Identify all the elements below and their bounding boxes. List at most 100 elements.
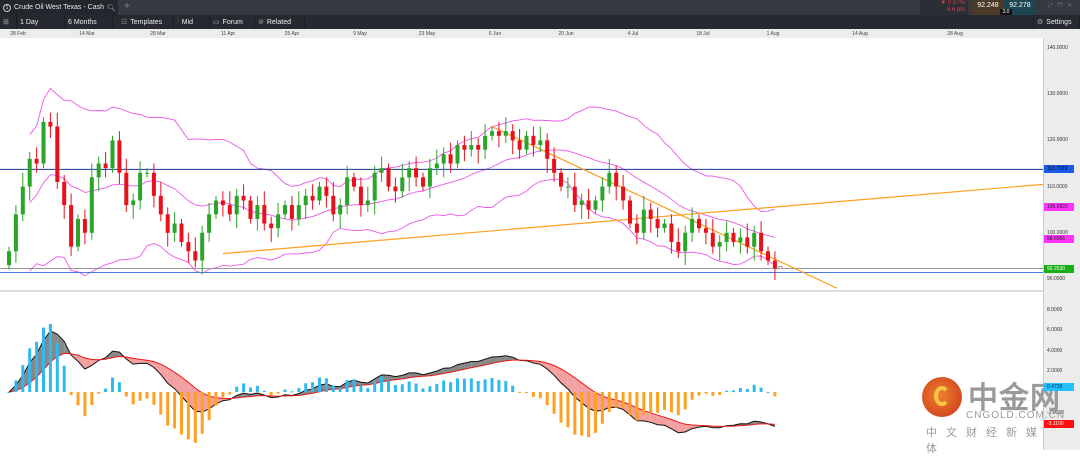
close-icon[interactable]: ✕ [1067, 3, 1077, 9]
date-tick: 1 Aug [766, 31, 780, 37]
macd-histogram-bar [359, 385, 363, 392]
date-axis: 28 Feb 14 Mar 28 Mar 11 Apr 25 Apr 9 May 23 Ma… [0, 29, 1080, 38]
macd-histogram-tag: 0.4729 [1044, 383, 1074, 392]
macd-histogram-bar [62, 365, 66, 392]
candle-body [234, 195, 239, 215]
macd-histogram-bar [104, 388, 108, 392]
macd-histogram-bar [21, 365, 25, 392]
related-button[interactable]: ⊘ Related [255, 15, 305, 29]
mid-label: Mid [181, 18, 194, 26]
date-tick: 11 Apr [220, 31, 236, 37]
macd-histogram-bar [138, 392, 142, 401]
candle-body [710, 232, 715, 247]
candle-body [545, 140, 550, 159]
candle-body [110, 140, 115, 169]
forum-label: Forum [222, 18, 243, 26]
macd-histogram-bar [207, 392, 211, 421]
macd-histogram-bar [269, 392, 273, 396]
forum-button[interactable]: ▭ Forum [210, 15, 255, 29]
candle-body [34, 158, 39, 164]
bollinger-price-tag: 105.6820 [1044, 202, 1074, 211]
candle-body [662, 223, 667, 229]
templates-button[interactable]: ☷ Templates [118, 15, 174, 29]
range-select[interactable]: 6 Months [65, 15, 113, 29]
candle-body [103, 163, 108, 169]
candle-body [676, 242, 681, 252]
candle-body [317, 186, 322, 201]
expand-icon[interactable]: ⤢ [1048, 3, 1058, 9]
search-icon[interactable]: 🔍︎ [107, 4, 116, 12]
candle-body [752, 232, 757, 247]
macd-histogram-bar [276, 392, 280, 394]
macd-histogram-bar [442, 380, 446, 392]
instrument-tab[interactable]: 1 Crude Oil West Texas - Cash 🔍︎ [0, 0, 118, 15]
macd-histogram-bar [214, 392, 218, 406]
candle-body [186, 242, 191, 252]
candle-body [255, 205, 260, 219]
date-tick: 14 Mar [79, 31, 95, 37]
macd-histogram-bar [131, 392, 135, 405]
candle-body [151, 172, 156, 196]
date-tick: 20 Jun [558, 31, 574, 37]
level-price-tag: 113.7379 [1044, 165, 1074, 174]
mid-button[interactable]: ⫶ Mid [174, 15, 210, 29]
date-tick: 28 Aug [947, 31, 963, 37]
candle-body [572, 186, 577, 206]
candle-body [7, 251, 11, 266]
macd-histogram-bar [635, 392, 639, 421]
macd-histogram-bar [407, 381, 411, 392]
macd-histogram-bar [656, 392, 660, 413]
macd-histogram-bar [421, 388, 425, 392]
candle-body [448, 154, 453, 164]
candle-body [138, 172, 143, 201]
candle-body [303, 195, 308, 206]
macd-histogram-bar [738, 388, 742, 392]
macd-histogram-bar [393, 385, 397, 392]
macd-value-tag: -3.1100 [1044, 420, 1074, 429]
grid-icon: ⊞ [3, 19, 9, 26]
layout-button[interactable]: ⊞ [0, 15, 17, 29]
candle-body [496, 131, 501, 136]
candle-body [455, 145, 460, 164]
popout-icon[interactable]: ❐ [1058, 3, 1068, 9]
interval-select[interactable]: 1 Day [17, 15, 65, 29]
macd-histogram-bar [559, 392, 563, 423]
candle-body [289, 205, 294, 219]
candle-body [538, 140, 543, 146]
macd-histogram-bar [55, 343, 59, 392]
candle-body [172, 223, 177, 233]
link-icon: ⊘ [258, 19, 264, 26]
candle-body [703, 228, 708, 233]
price-tick: 90.0000 [1047, 276, 1066, 282]
window-controls[interactable]: ⤢❐✕ [1048, 3, 1077, 10]
macd-histogram-bar [124, 392, 128, 397]
candle-body [62, 181, 67, 206]
candle-body [655, 218, 660, 229]
date-tick: 18 Jul [696, 31, 710, 37]
gear-icon: ⚙ [1037, 19, 1044, 26]
macd-histogram-bar [504, 380, 508, 392]
macd-histogram-bar [35, 341, 39, 392]
watermark: 中金网 CNGOLD.COM.CN 中文财经新媒体 [922, 377, 1064, 455]
macd-histogram-bar [249, 387, 252, 392]
macd-histogram-bar [552, 392, 556, 414]
trendline [491, 125, 838, 289]
add-tab-icon[interactable]: + [124, 1, 130, 12]
settings-button[interactable]: ⚙ Settings [1033, 15, 1080, 29]
candle-body [338, 205, 343, 215]
candle-body [55, 126, 60, 182]
chart-canvas[interactable] [0, 38, 1043, 450]
macd-histogram-bar [669, 392, 673, 413]
candle-body [193, 251, 198, 261]
candle-body [220, 200, 225, 206]
candle-body [262, 205, 267, 224]
candle-body [766, 251, 770, 261]
candle-body [683, 232, 688, 252]
candle-body [483, 135, 488, 150]
chat-icon: ▭ [213, 19, 220, 26]
candle-body [352, 177, 356, 187]
date-tick: 28 Mar [150, 31, 166, 37]
macd-histogram-bar [76, 392, 80, 406]
macd-histogram-bar [173, 392, 177, 429]
macd-histogram-bar [518, 392, 522, 393]
